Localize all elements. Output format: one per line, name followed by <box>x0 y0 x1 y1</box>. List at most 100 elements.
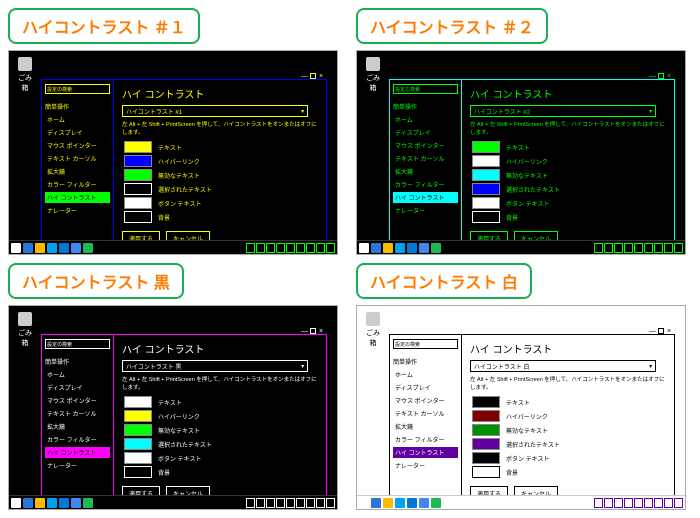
sidebar-item[interactable]: ディスプレイ <box>393 382 458 393</box>
swatch-row[interactable]: ボタン テキスト <box>124 452 318 464</box>
taskbar-app-icon[interactable] <box>431 498 441 508</box>
taskbar-app-icon[interactable] <box>395 243 405 253</box>
sidebar-item[interactable]: ハイ コントラスト <box>45 192 110 203</box>
color-swatch[interactable] <box>124 141 152 153</box>
swatch-row[interactable]: テキスト <box>472 141 666 153</box>
sidebar-item[interactable]: ホーム <box>45 369 110 380</box>
tray-icon[interactable] <box>624 498 633 508</box>
swatch-row[interactable]: 選択されたテキスト <box>472 183 666 195</box>
taskbar-app-icon[interactable] <box>371 498 381 508</box>
taskbar-app-icon[interactable] <box>47 243 57 253</box>
taskbar-app-icon[interactable] <box>407 243 417 253</box>
color-swatch[interactable] <box>124 466 152 478</box>
tray-icon[interactable] <box>276 243 285 253</box>
sidebar-item[interactable]: ディスプレイ <box>45 382 110 393</box>
tray-icon[interactable] <box>634 498 643 508</box>
taskbar[interactable] <box>357 495 685 509</box>
color-swatch[interactable] <box>472 141 500 153</box>
sidebar-item[interactable]: 拡大鏡 <box>45 421 110 432</box>
swatch-row[interactable]: テキスト <box>472 396 666 408</box>
start-icon[interactable] <box>359 243 369 253</box>
system-tray[interactable] <box>594 498 683 508</box>
sidebar-item[interactable]: ハイ コントラスト <box>45 447 110 458</box>
theme-dropdown[interactable]: ハイコントラスト 黒 <box>122 360 308 372</box>
tray-icon[interactable] <box>634 243 643 253</box>
sidebar-item[interactable]: ディスプレイ <box>45 127 110 138</box>
sidebar-item[interactable]: 拡大鏡 <box>45 166 110 177</box>
taskbar-app-icon[interactable] <box>23 243 33 253</box>
color-swatch[interactable] <box>124 183 152 195</box>
color-swatch[interactable] <box>472 211 500 223</box>
color-swatch[interactable] <box>124 452 152 464</box>
swatch-row[interactable]: ボタン テキスト <box>472 197 666 209</box>
color-swatch[interactable] <box>472 452 500 464</box>
taskbar-app-icon[interactable] <box>23 498 33 508</box>
swatch-row[interactable]: 選択されたテキスト <box>124 183 318 195</box>
taskbar-app-icon[interactable] <box>395 498 405 508</box>
tray-icon[interactable] <box>316 243 325 253</box>
color-swatch[interactable] <box>472 410 500 422</box>
recycle-bin-icon[interactable]: ごみ箱 <box>15 312 35 348</box>
sidebar-item[interactable]: ホーム <box>393 114 458 125</box>
swatch-row[interactable]: ハイパーリンク <box>124 410 318 422</box>
swatch-row[interactable]: 背景 <box>124 211 318 223</box>
tray-icon[interactable] <box>326 498 335 508</box>
tray-icon[interactable] <box>316 498 325 508</box>
taskbar-app-icon[interactable] <box>47 498 57 508</box>
swatch-row[interactable]: 選択されたテキスト <box>124 438 318 450</box>
swatch-row[interactable]: 背景 <box>472 211 666 223</box>
swatch-row[interactable]: 背景 <box>124 466 318 478</box>
recycle-bin-icon[interactable]: ごみ箱 <box>15 57 35 93</box>
tray-icon[interactable] <box>326 243 335 253</box>
tray-icon[interactable] <box>286 243 295 253</box>
search-input[interactable]: 設定の検索 <box>45 84 110 94</box>
tray-icon[interactable] <box>674 498 683 508</box>
color-swatch[interactable] <box>472 197 500 209</box>
taskbar-app-icon[interactable] <box>407 498 417 508</box>
swatch-row[interactable]: ハイパーリンク <box>472 155 666 167</box>
tray-icon[interactable] <box>654 498 663 508</box>
tray-icon[interactable] <box>644 243 653 253</box>
swatch-row[interactable]: 無効なテキスト <box>472 424 666 436</box>
color-swatch[interactable] <box>472 183 500 195</box>
color-swatch[interactable] <box>472 424 500 436</box>
taskbar-app-icon[interactable] <box>71 243 81 253</box>
sidebar-item[interactable]: カラー フィルター <box>45 179 110 190</box>
taskbar-app-icon[interactable] <box>83 243 93 253</box>
color-swatch[interactable] <box>472 438 500 450</box>
color-swatch[interactable] <box>124 410 152 422</box>
tray-icon[interactable] <box>654 243 663 253</box>
tray-icon[interactable] <box>604 243 613 253</box>
taskbar-app-icon[interactable] <box>383 243 393 253</box>
swatch-row[interactable]: ボタン テキスト <box>472 452 666 464</box>
system-tray[interactable] <box>246 498 335 508</box>
system-tray[interactable] <box>594 243 683 253</box>
taskbar-app-icon[interactable] <box>59 243 69 253</box>
search-input[interactable]: 設定の検索 <box>393 339 458 349</box>
color-swatch[interactable] <box>124 396 152 408</box>
color-swatch[interactable] <box>124 155 152 167</box>
taskbar-app-icon[interactable] <box>431 243 441 253</box>
sidebar-item[interactable]: ナレーター <box>45 205 110 216</box>
color-swatch[interactable] <box>124 197 152 209</box>
tray-icon[interactable] <box>594 243 603 253</box>
start-icon[interactable] <box>11 243 21 253</box>
taskbar[interactable] <box>357 240 685 254</box>
swatch-row[interactable]: 選択されたテキスト <box>472 438 666 450</box>
tray-icon[interactable] <box>256 498 265 508</box>
tray-icon[interactable] <box>246 498 255 508</box>
swatch-row[interactable]: ハイパーリンク <box>472 410 666 422</box>
sidebar-item[interactable]: ディスプレイ <box>393 127 458 138</box>
swatch-row[interactable]: 無効なテキスト <box>472 169 666 181</box>
color-swatch[interactable] <box>472 466 500 478</box>
sidebar-item[interactable]: テキスト カーソル <box>45 153 110 164</box>
color-swatch[interactable] <box>472 155 500 167</box>
theme-dropdown[interactable]: ハイコントラスト #1 <box>122 105 308 117</box>
taskbar-app-icon[interactable] <box>83 498 93 508</box>
tray-icon[interactable] <box>246 243 255 253</box>
color-swatch[interactable] <box>472 396 500 408</box>
color-swatch[interactable] <box>124 424 152 436</box>
sidebar-item[interactable]: マウス ポインター <box>393 395 458 406</box>
taskbar-app-icon[interactable] <box>419 243 429 253</box>
tray-icon[interactable] <box>614 498 623 508</box>
